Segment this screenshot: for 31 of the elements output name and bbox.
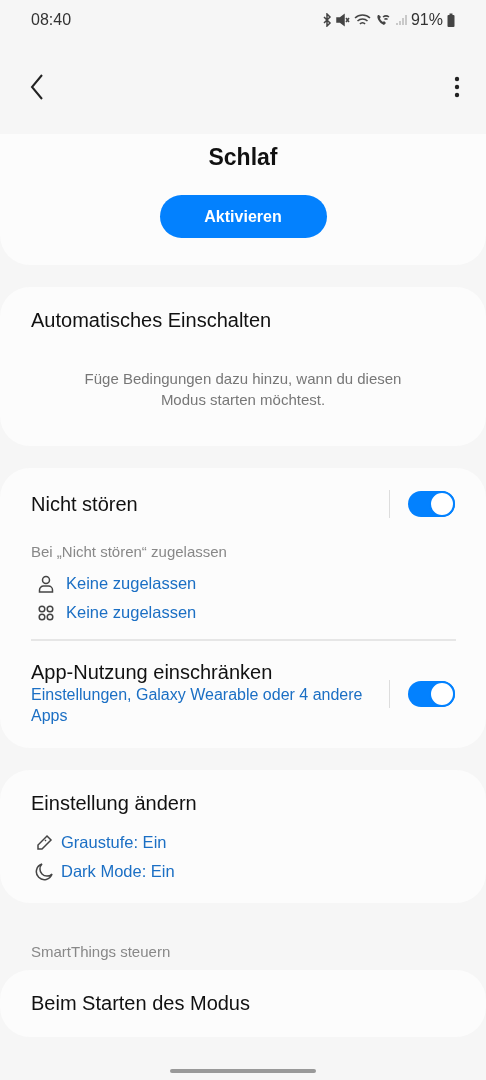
- battery-percentage: 91%: [410, 11, 443, 29]
- wifi-icon: [353, 13, 371, 27]
- setting-link[interactable]: Graustufe: Ein: [61, 833, 167, 852]
- exception-link[interactable]: Keine zugelassen: [66, 603, 197, 622]
- moon-icon: [35, 862, 53, 881]
- person-icon: [38, 574, 54, 593]
- battery-icon: [447, 13, 455, 27]
- card-title: Automatisches Einschalten: [31, 309, 273, 332]
- description-text: Füge Bedingungen dazu hinzu, wann du diesen Modus starten möchtest.: [83, 369, 403, 410]
- setting-summary: Einstellungen, Galaxy Wearable oder 4 andere Apps: [31, 685, 364, 726]
- signal-icon: [394, 13, 407, 27]
- automatic-card[interactable]: Automatisches Einschalten Füge Bedingungen dazu hinzu, wann du diesen Modus starten möchtest.: [0, 287, 486, 446]
- setting-link[interactable]: Dark Mode: Ein: [61, 862, 175, 881]
- setting-title[interactable]: Nicht stören: [31, 492, 371, 516]
- exception-link[interactable]: Keine zugelassen: [66, 574, 197, 593]
- activate-button[interactable]: Aktivieren: [159, 195, 327, 238]
- bluetooth-icon: [321, 13, 332, 27]
- apps-icon: [38, 604, 54, 621]
- card-title[interactable]: Einstellung ändern: [31, 792, 455, 815]
- mode-title: Schlaf: [208, 144, 278, 171]
- section-label: Bei „Nicht stören“ zugelassen: [31, 543, 228, 560]
- status-time: 08:40: [31, 11, 72, 29]
- section-header: SmartThings steuern: [30, 942, 172, 962]
- card-title[interactable]: Beim Starten des Modus: [31, 992, 455, 1015]
- toggle-switch[interactable]: [408, 491, 455, 517]
- back-icon[interactable]: [30, 74, 44, 100]
- mute-icon: [335, 13, 350, 27]
- home-handle[interactable]: [170, 1068, 316, 1073]
- toggle-switch[interactable]: [408, 680, 455, 707]
- more-options-icon[interactable]: [454, 76, 460, 98]
- setting-title[interactable]: App-Nutzung einschränken: [31, 661, 371, 684]
